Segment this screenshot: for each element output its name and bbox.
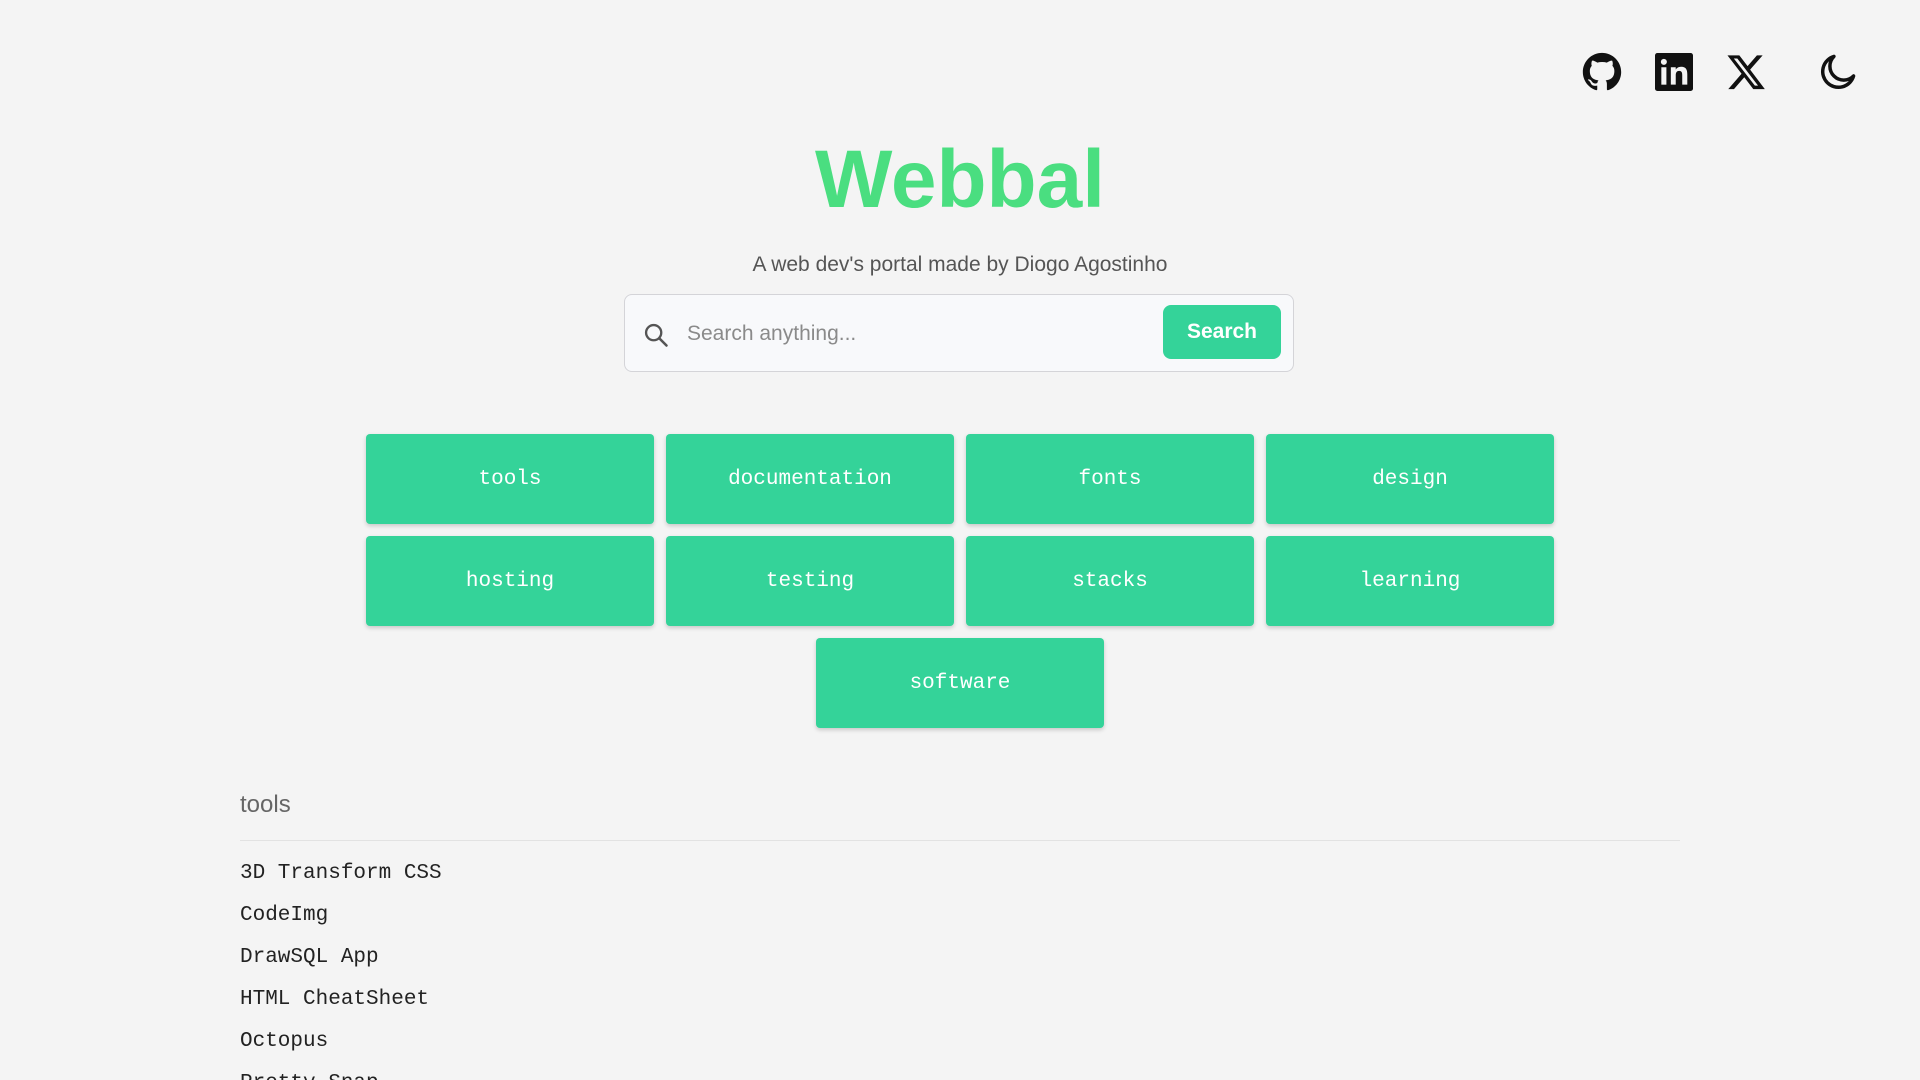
category-button-design[interactable]: design	[1266, 434, 1554, 524]
category-button-stacks[interactable]: stacks	[966, 536, 1254, 626]
github-icon[interactable]	[1580, 50, 1624, 94]
search-bar: Search	[624, 294, 1294, 372]
hero: Webbal A web dev's portal made by Diogo …	[0, 130, 1920, 278]
moon-icon[interactable]	[1816, 50, 1860, 94]
linkedin-icon[interactable]	[1652, 50, 1696, 94]
section-divider	[240, 840, 1680, 841]
tool-link[interactable]: 3D Transform CSS	[240, 853, 1680, 895]
category-button-documentation[interactable]: documentation	[666, 434, 954, 524]
search-input[interactable]	[685, 313, 1169, 355]
social-nav	[1580, 50, 1880, 94]
tool-link[interactable]: CodeImg	[240, 895, 1680, 937]
tool-link[interactable]: Octopus	[240, 1021, 1680, 1063]
category-button-hosting[interactable]: hosting	[366, 536, 654, 626]
search-icon	[642, 321, 670, 349]
tool-link[interactable]: HTML CheatSheet	[240, 979, 1680, 1021]
search-button[interactable]: Search	[1163, 305, 1281, 359]
tool-link[interactable]: DrawSQL App	[240, 937, 1680, 979]
tool-list: 3D Transform CSS CodeImg DrawSQL App HTM…	[240, 853, 1680, 1080]
section-title: tools	[240, 791, 291, 818]
tool-link[interactable]: Pretty Snap	[240, 1063, 1680, 1080]
tools-section: tools 3D Transform CSS CodeImg DrawSQL A…	[240, 790, 1680, 1080]
x-icon[interactable]	[1724, 50, 1768, 94]
category-button-fonts[interactable]: fonts	[966, 434, 1254, 524]
category-button-testing[interactable]: testing	[666, 536, 954, 626]
category-button-learning[interactable]: learning	[1266, 536, 1554, 626]
category-button-tools[interactable]: tools	[366, 434, 654, 524]
site-subtitle: A web dev's portal made by Diogo Agostin…	[752, 253, 1168, 276]
category-button-software[interactable]: software	[816, 638, 1104, 728]
site-title: Webbal	[814, 134, 1106, 225]
